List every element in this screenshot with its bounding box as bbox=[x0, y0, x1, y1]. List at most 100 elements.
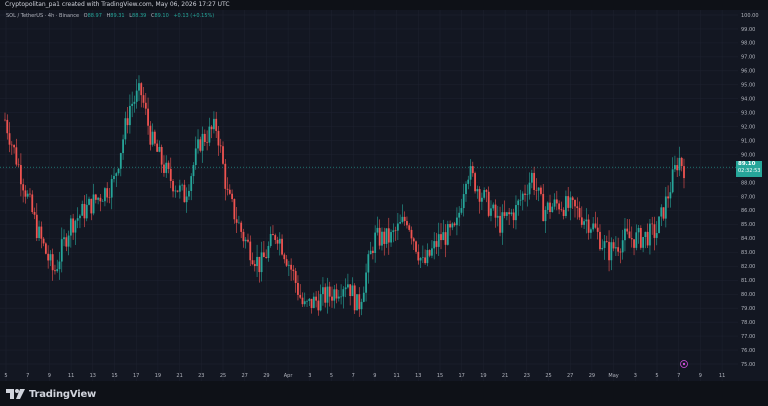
candle-body bbox=[515, 205, 517, 221]
candle-body bbox=[642, 237, 645, 248]
candle-body bbox=[353, 285, 356, 311]
candle-body bbox=[576, 206, 579, 209]
y-tick-label: 86.00 bbox=[741, 208, 755, 214]
candle-body bbox=[646, 231, 649, 246]
x-tick-label: 9 bbox=[373, 373, 376, 379]
candle-body bbox=[524, 193, 526, 195]
candle-body bbox=[505, 212, 508, 216]
y-tick-label: 88.00 bbox=[741, 180, 755, 186]
candle-body bbox=[571, 197, 574, 201]
candle-body bbox=[117, 168, 120, 174]
candle-body bbox=[81, 203, 84, 216]
candle-body bbox=[630, 238, 633, 240]
tradingview-logo[interactable]: TradingView bbox=[6, 386, 96, 402]
candle-body bbox=[44, 243, 47, 254]
candle-body bbox=[38, 226, 40, 239]
candle-body bbox=[110, 179, 113, 198]
candle-body bbox=[119, 153, 122, 169]
candle-body bbox=[503, 212, 506, 216]
y-tick-label: 91.00 bbox=[741, 138, 755, 144]
candle-body bbox=[683, 166, 685, 179]
candle-body bbox=[226, 188, 229, 190]
candle-body bbox=[267, 245, 270, 259]
y-tick-label: 76.00 bbox=[741, 348, 755, 354]
candle-body bbox=[92, 194, 95, 214]
candle-body bbox=[265, 257, 268, 259]
candle-body bbox=[521, 193, 524, 200]
candle-body bbox=[351, 285, 354, 297]
candle-body bbox=[596, 227, 599, 232]
candle-body bbox=[560, 209, 563, 211]
candle-body bbox=[301, 297, 304, 305]
x-tick-label: 17 bbox=[133, 373, 139, 379]
x-tick-label: 17 bbox=[459, 373, 465, 379]
candle-body bbox=[156, 143, 159, 152]
candle-body bbox=[58, 261, 61, 270]
candle-body bbox=[167, 162, 170, 169]
candle-body bbox=[610, 242, 613, 261]
candle-body bbox=[574, 200, 576, 207]
candle-body bbox=[546, 202, 549, 210]
candle-body bbox=[199, 139, 202, 151]
candle-body bbox=[249, 241, 252, 261]
candle-body bbox=[322, 287, 324, 295]
candle-body bbox=[362, 292, 365, 302]
candle-body bbox=[474, 173, 476, 192]
candle-body bbox=[458, 212, 461, 218]
candle-body bbox=[24, 190, 27, 197]
candle-body bbox=[349, 284, 352, 297]
candle-body bbox=[662, 207, 665, 219]
candle-body bbox=[614, 247, 617, 249]
candle-body bbox=[297, 282, 299, 295]
candle-body bbox=[612, 242, 615, 249]
candle-body bbox=[219, 145, 222, 147]
candle-body bbox=[178, 185, 181, 192]
candle-body bbox=[519, 199, 522, 201]
candle-body bbox=[578, 208, 581, 218]
candle-body bbox=[415, 241, 417, 252]
candle-body bbox=[144, 102, 147, 109]
x-tick-label: 5 bbox=[330, 373, 333, 379]
y-tick-label: 75.00 bbox=[741, 362, 755, 368]
top-bar: Cryptopolitan_pa1 created with TradingVi… bbox=[0, 0, 768, 10]
candle-body bbox=[185, 196, 188, 203]
candle-body bbox=[183, 184, 186, 203]
y-tick-label: 96.00 bbox=[741, 69, 755, 75]
y-tick-label: 94.00 bbox=[741, 97, 755, 103]
candle-body bbox=[512, 212, 515, 221]
candle-body bbox=[499, 215, 501, 233]
candle-body bbox=[31, 194, 34, 213]
candle-body bbox=[258, 256, 261, 273]
x-tick-label: 3 bbox=[634, 373, 637, 379]
candle-body bbox=[492, 204, 495, 209]
candle-body bbox=[79, 215, 81, 219]
candle-body bbox=[480, 197, 483, 202]
candle-body bbox=[490, 208, 492, 216]
chart-grid bbox=[0, 10, 738, 381]
candle-body bbox=[553, 199, 556, 207]
candle-body bbox=[238, 222, 240, 224]
x-tick-label: 27 bbox=[242, 373, 248, 379]
candle-body bbox=[367, 254, 370, 273]
candle-body bbox=[340, 296, 342, 298]
x-tick-label: 13 bbox=[90, 373, 96, 379]
x-tick-label: 29 bbox=[589, 373, 595, 379]
candle-body bbox=[567, 196, 570, 208]
candle-body bbox=[128, 105, 131, 126]
candle-body bbox=[72, 218, 75, 233]
candle-body bbox=[83, 203, 86, 219]
candle-body bbox=[269, 233, 272, 246]
price-chart[interactable]: 75.00 76.00 77.00 78.00 79.00 80.00 81.00 82.00… bbox=[0, 10, 768, 381]
candle-body bbox=[376, 227, 379, 233]
candle-body bbox=[67, 235, 70, 247]
candle-body bbox=[569, 197, 572, 208]
candle-body bbox=[342, 289, 345, 297]
x-tick-label: 7 bbox=[352, 373, 355, 379]
candle-body bbox=[655, 233, 658, 238]
candle-body bbox=[478, 189, 481, 202]
candle-body bbox=[621, 240, 624, 253]
candle-body bbox=[251, 260, 254, 265]
candle-body bbox=[160, 146, 163, 165]
candle-body bbox=[424, 257, 427, 264]
candle-body bbox=[181, 184, 184, 186]
